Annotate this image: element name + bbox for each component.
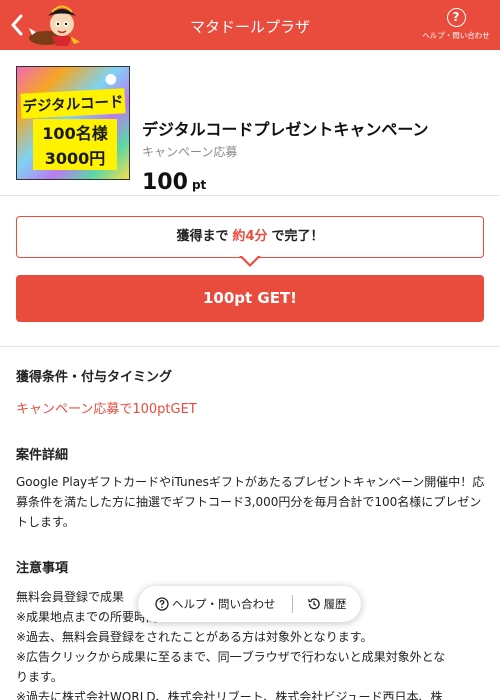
floating-help-button[interactable]: ヘルプ・問い合わせ bbox=[155, 596, 276, 612]
floating-action-bar: ヘルプ・問い合わせ 履歴 bbox=[138, 586, 361, 622]
notes-line: ※広告クリックから成果に至るまで、同一ブラウザで行わないと成果対象外とな bbox=[16, 650, 446, 664]
conditions-text: キャンペーン応募で100ptGET bbox=[16, 402, 197, 417]
section-divider bbox=[0, 346, 500, 347]
notes-heading: 注意事項 bbox=[16, 561, 69, 576]
product-image-text-3: 3000円 bbox=[33, 144, 117, 170]
notes-line: ります。 bbox=[16, 670, 63, 684]
app-header: マタドールプラザ ? ヘルプ・問い合わせ bbox=[0, 0, 500, 50]
product-subtitle: キャンペーン応募 bbox=[142, 145, 238, 159]
product-title: デジタルコードプレゼントキャンペーン bbox=[142, 120, 429, 139]
details-heading: 案件詳細 bbox=[16, 448, 69, 463]
notes-line: ※過去、無料会員登録をされたことがある方は対象外となります。 bbox=[16, 630, 373, 644]
completion-prefix: 獲得まで bbox=[176, 229, 229, 244]
get-points-button[interactable]: 100pt GET! bbox=[16, 275, 484, 322]
product-image-text-1: デジタルコード bbox=[20, 88, 126, 119]
header-help-button[interactable]: ? ヘルプ・問い合わせ bbox=[418, 8, 494, 46]
points-unit: pt bbox=[191, 178, 207, 192]
points-value: 100 bbox=[142, 170, 188, 195]
floating-bar-separator bbox=[291, 595, 293, 613]
question-circle-icon: ? bbox=[446, 8, 466, 27]
product-image: ● デジタルコード 100名様 3000円 bbox=[16, 66, 130, 180]
completion-suffix: で完了！ bbox=[271, 229, 324, 244]
question-circle-icon bbox=[155, 597, 169, 611]
floating-history-label: 履歴 bbox=[323, 597, 347, 611]
conditions-heading: 獲得条件・付与タイミング bbox=[16, 370, 173, 385]
product-section: ● デジタルコード 100名様 3000円 デジタルコードプレゼントキャンペーン… bbox=[0, 50, 500, 196]
details-text: Google PlayギフトカードやiTunesギフトがあたるプレゼントキャンペ… bbox=[16, 475, 485, 529]
bubble-tail-inner bbox=[241, 255, 259, 264]
history-icon bbox=[307, 598, 320, 610]
completion-time-bubble: 獲得まで 約4分 で完了！ bbox=[16, 216, 484, 258]
floating-history-button[interactable]: 履歴 bbox=[307, 596, 347, 612]
apple-icon: ● bbox=[104, 71, 117, 87]
floating-help-label: ヘルプ・問い合わせ bbox=[172, 597, 276, 611]
header-help-label: ヘルプ・問い合わせ bbox=[422, 31, 490, 40]
notes-line: ※過去に株式会社WORLD、株式会社リブート、株式会社ビジュード西日本、株 bbox=[16, 690, 443, 700]
completion-time: 約4分 bbox=[232, 229, 268, 244]
product-image-text-2: 100名様 bbox=[33, 119, 117, 145]
product-points: 100 pt bbox=[142, 170, 206, 195]
